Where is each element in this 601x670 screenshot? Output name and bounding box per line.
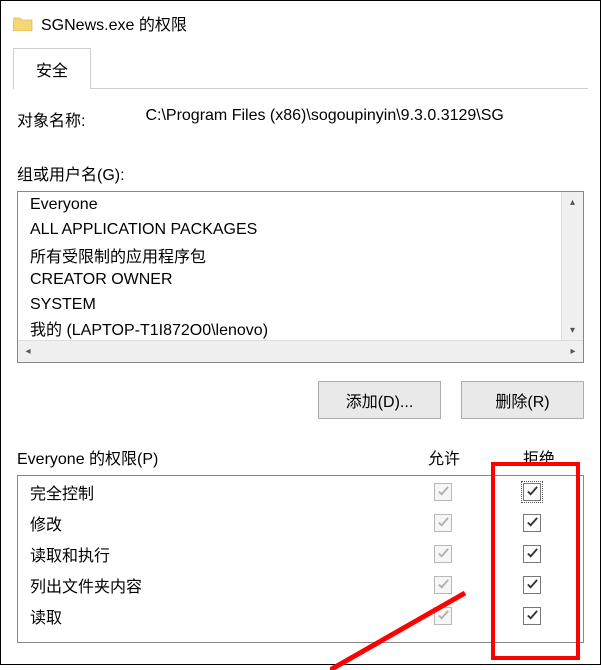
group-item-label: 所有受限制的应用程序包 (30, 243, 206, 267)
titlebar: SGNews.exe 的权限 (1, 1, 600, 47)
scroll-left-icon[interactable]: ◂ (18, 341, 38, 363)
cell-allow (393, 607, 493, 625)
groups-label: 组或用户名(G): (17, 161, 584, 185)
object-row: 对象名称: C:\Program Files (x86)\sogoupinyin… (17, 107, 584, 131)
v-scrollbar[interactable]: ▴ ▾ (561, 192, 583, 340)
cell-deny (493, 483, 571, 501)
group-item-label: ALL APPLICATION PACKAGES (30, 221, 257, 239)
permission-name: 读取和执行 (30, 542, 393, 566)
cell-deny (493, 607, 571, 625)
remove-button[interactable]: 删除(R) (461, 381, 584, 419)
scroll-down-icon[interactable]: ▾ (562, 320, 584, 340)
tab-underline (13, 88, 588, 89)
permission-name: 读取 (30, 604, 393, 628)
checkbox-deny[interactable] (523, 483, 541, 501)
permissions-header: Everyone 的权限(P) 允许 拒绝 (17, 445, 584, 469)
group-item-label: SYSTEM (30, 296, 96, 314)
add-button[interactable]: 添加(D)... (318, 381, 441, 419)
group-item[interactable]: SYSTEM (18, 292, 561, 317)
scroll-up-icon[interactable]: ▴ (562, 192, 584, 212)
remove-button-label: 删除(R) (495, 394, 549, 411)
checkbox-deny[interactable] (523, 576, 541, 594)
scroll-right-icon[interactable]: ▸ (563, 341, 583, 363)
tab-security[interactable]: 安全 (13, 48, 91, 89)
group-item-label: CREATOR OWNER (30, 271, 173, 289)
checkbox-allow (434, 607, 452, 625)
cell-allow (393, 514, 493, 532)
group-item[interactable]: ALL APPLICATION PACKAGES (18, 217, 561, 242)
cell-allow (393, 576, 493, 594)
cell-deny (493, 514, 571, 532)
folder-icon (13, 15, 33, 31)
tab-security-label: 安全 (36, 63, 68, 80)
checkbox-deny[interactable] (523, 514, 541, 532)
group-item[interactable]: Everyone (18, 192, 561, 217)
cell-allow (393, 545, 493, 563)
permission-row: 列出文件夹内容 (18, 569, 583, 600)
object-label: 对象名称: (17, 107, 85, 131)
checkbox-allow (434, 483, 452, 501)
h-scrollbar[interactable]: ◂ ▸ (18, 340, 583, 362)
permission-name: 完全控制 (30, 480, 393, 504)
add-button-label: 添加(D)... (346, 394, 414, 411)
permissions-dialog: SGNews.exe 的权限 安全 对象名称: C:\Program Files… (0, 0, 601, 665)
content: 对象名称: C:\Program Files (x86)\sogoupinyin… (1, 89, 600, 664)
checkbox-allow (434, 514, 452, 532)
group-item[interactable]: CREATOR OWNER (18, 267, 561, 292)
permissions-list: 完全控制修改读取和执行列出文件夹内容读取 (17, 475, 584, 643)
checkbox-allow (434, 545, 452, 563)
permission-row: 读取和执行 (18, 538, 583, 569)
group-item[interactable]: 所有受限制的应用程序包 (18, 242, 561, 267)
object-path: C:\Program Files (x86)\sogoupinyin\9.3.0… (145, 107, 503, 131)
permissions-title: Everyone 的权限(P) (17, 445, 394, 469)
groups-listbox[interactable]: Everyone ALL APPLICATION PACKAGES 所有受限制的应用… (17, 191, 584, 363)
cell-deny (493, 576, 571, 594)
checkbox-deny[interactable] (523, 607, 541, 625)
cell-deny (493, 545, 571, 563)
permission-name: 修改 (30, 511, 393, 535)
column-deny: 拒绝 (494, 445, 584, 469)
permission-row: 修改 (18, 507, 583, 538)
checkbox-allow (434, 576, 452, 594)
window-title: SGNews.exe 的权限 (41, 11, 187, 35)
cell-allow (393, 483, 493, 501)
permission-name: 列出文件夹内容 (30, 573, 393, 597)
group-item-label: Everyone (30, 196, 98, 214)
tabs: 安全 (1, 47, 600, 88)
group-item[interactable]: 我的 (LAPTOP-T1I872O0\lenovo) (18, 317, 561, 339)
button-row: 添加(D)... 删除(R) (17, 381, 584, 419)
checkbox-deny[interactable] (523, 545, 541, 563)
permission-row: 读取 (18, 600, 583, 631)
column-allow: 允许 (394, 445, 494, 469)
permission-row: 完全控制 (18, 476, 583, 507)
group-item-label: 我的 (LAPTOP-T1I872O0\lenovo) (30, 317, 268, 339)
